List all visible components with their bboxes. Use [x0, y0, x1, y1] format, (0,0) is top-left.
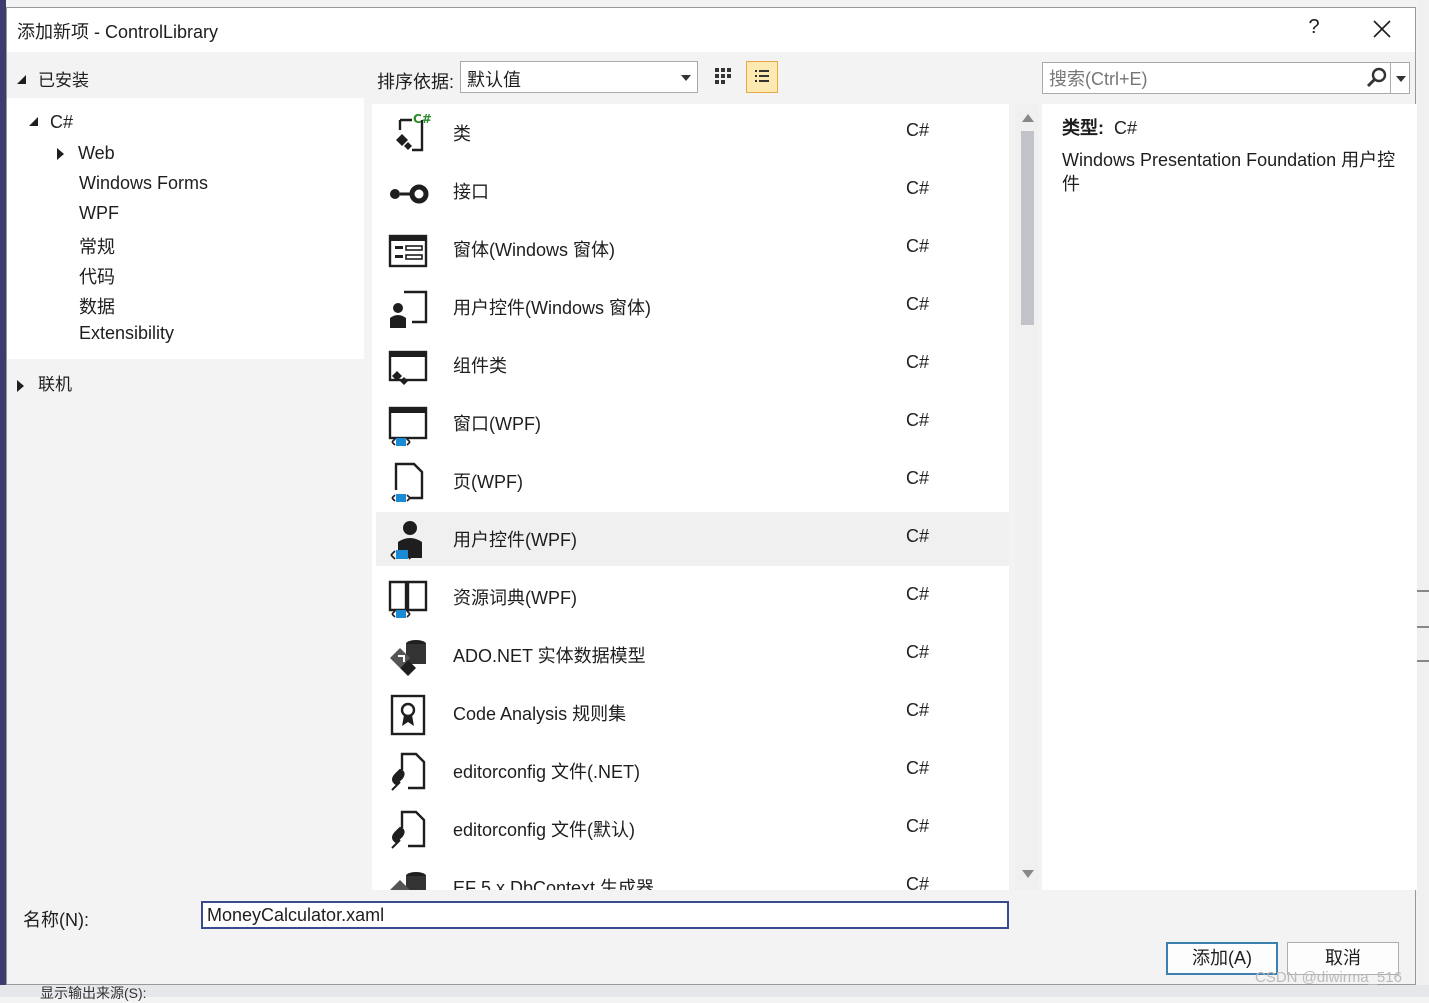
- windows-form-icon: [388, 234, 428, 268]
- list-item[interactable]: 资源词典(WPF) C#: [376, 570, 1009, 624]
- tree-item-web[interactable]: Web: [57, 143, 115, 164]
- type-value: C#: [1114, 118, 1138, 138]
- search-icon[interactable]: [1366, 67, 1388, 89]
- sort-label: 排序依据:: [377, 72, 455, 92]
- tree-item-general[interactable]: 常规: [79, 233, 115, 259]
- entity-data-model-icon: [390, 640, 426, 676]
- list-scrollbar[interactable]: [1015, 104, 1039, 890]
- name-input[interactable]: [201, 901, 1009, 929]
- wpf-window-icon: [388, 406, 428, 446]
- resource-dictionary-icon: [388, 580, 428, 618]
- add-new-item-dialog: 添加新项 - ControlLibrary ? 已安装 C# Web Windo…: [6, 7, 1417, 985]
- installed-header[interactable]: 已安装: [17, 66, 89, 91]
- class-icon: C#: [396, 112, 432, 152]
- type-label: 类型:: [1062, 118, 1104, 138]
- expanded-icon: [17, 75, 26, 85]
- list-item[interactable]: 用户控件(WPF) C#: [376, 512, 1009, 566]
- list-item[interactable]: C# 类 C#: [376, 106, 1009, 160]
- user-control-winforms-icon: [390, 290, 428, 328]
- editorconfig-icon: [391, 752, 426, 791]
- chevron-down-icon: [681, 75, 691, 81]
- tree-item-windows-forms[interactable]: Windows Forms: [79, 173, 208, 194]
- tree-item-csharp[interactable]: C#: [29, 112, 73, 133]
- list-item[interactable]: 组件类 C#: [376, 338, 1009, 392]
- grid-view-button[interactable]: [710, 62, 740, 92]
- svg-text:C#: C#: [413, 112, 432, 126]
- scroll-up-icon[interactable]: [1022, 114, 1034, 122]
- collapsed-icon: [17, 379, 24, 392]
- search-input[interactable]: [1043, 63, 1371, 95]
- background-ide-right: [1417, 0, 1429, 997]
- background-ide-bottom: [0, 985, 1429, 997]
- list-item[interactable]: editorconfig 文件(默认) C#: [376, 802, 1009, 856]
- type-line: 类型: C#: [1062, 114, 1137, 140]
- dbcontext-generator-icon: [390, 872, 426, 890]
- list-item[interactable]: 用户控件(Windows 窗体) C#: [376, 280, 1009, 334]
- expanded-icon: [29, 116, 38, 126]
- grid-view-icon: [715, 68, 731, 84]
- dialog-title: 添加新项 - ControlLibrary: [17, 22, 219, 42]
- template-tree: C# Web Windows Forms WPF 常规 代码 数据 Extens…: [7, 98, 364, 359]
- list-item[interactable]: 窗口(WPF) C#: [376, 396, 1009, 450]
- editorconfig-icon: [391, 810, 426, 849]
- scroll-down-icon[interactable]: [1022, 870, 1034, 878]
- list-item[interactable]: editorconfig 文件(.NET) C#: [376, 744, 1009, 798]
- search-options-dropdown[interactable]: [1390, 63, 1411, 93]
- list-item[interactable]: 窗体(Windows 窗体) C#: [376, 222, 1009, 276]
- watermark: CSDN @diwirma_516: [1255, 969, 1402, 986]
- interface-icon: [390, 184, 429, 204]
- close-icon: [1373, 20, 1391, 38]
- sort-value: 默认值: [467, 70, 521, 90]
- list-item[interactable]: 接口 C#: [376, 164, 1009, 218]
- template-description: Windows Presentation Foundation 用户控件: [1062, 150, 1396, 194]
- list-item[interactable]: EF 5.x DbContext 生成器 C#: [376, 860, 1009, 890]
- name-label: 名称(N):: [23, 910, 89, 930]
- tree-item-code[interactable]: 代码: [79, 263, 115, 289]
- background-output-source-label: 显示输出来源(S):: [40, 985, 147, 1001]
- wpf-page-icon: [391, 462, 424, 502]
- list-view-button[interactable]: [746, 61, 778, 93]
- tree-item-wpf[interactable]: WPF: [79, 203, 119, 224]
- list-item[interactable]: Code Analysis 规则集 C#: [376, 686, 1009, 740]
- close-button[interactable]: [1369, 14, 1397, 44]
- list-view-icon: [755, 70, 769, 82]
- details-pane: 类型: C# Windows Presentation Foundation 用户…: [1042, 104, 1417, 890]
- collapsed-icon: [57, 148, 64, 161]
- component-class-icon: [388, 350, 428, 385]
- wpf-user-control-icon: [390, 521, 422, 560]
- search-box: [1042, 62, 1411, 95]
- tree-item-data[interactable]: 数据: [79, 293, 115, 319]
- ruleset-icon: [390, 694, 426, 736]
- sort-dropdown[interactable]: 默认值: [460, 61, 698, 93]
- list-item[interactable]: ADO.NET 实体数据模型 C#: [376, 628, 1009, 682]
- tree-item-extensibility[interactable]: Extensibility: [79, 323, 174, 344]
- chevron-down-icon: [1396, 76, 1406, 82]
- online-header[interactable]: 联机: [17, 370, 72, 395]
- help-button[interactable]: ?: [1303, 16, 1325, 42]
- list-item[interactable]: 页(WPF) C#: [376, 454, 1009, 508]
- template-list: C# 类 C# 接口 C# 窗体(Windows 窗体) C# 用户控件(Win…: [372, 104, 1009, 890]
- title-bar: 添加新项 - ControlLibrary ?: [7, 8, 1415, 52]
- scrollbar-thumb[interactable]: [1021, 131, 1034, 325]
